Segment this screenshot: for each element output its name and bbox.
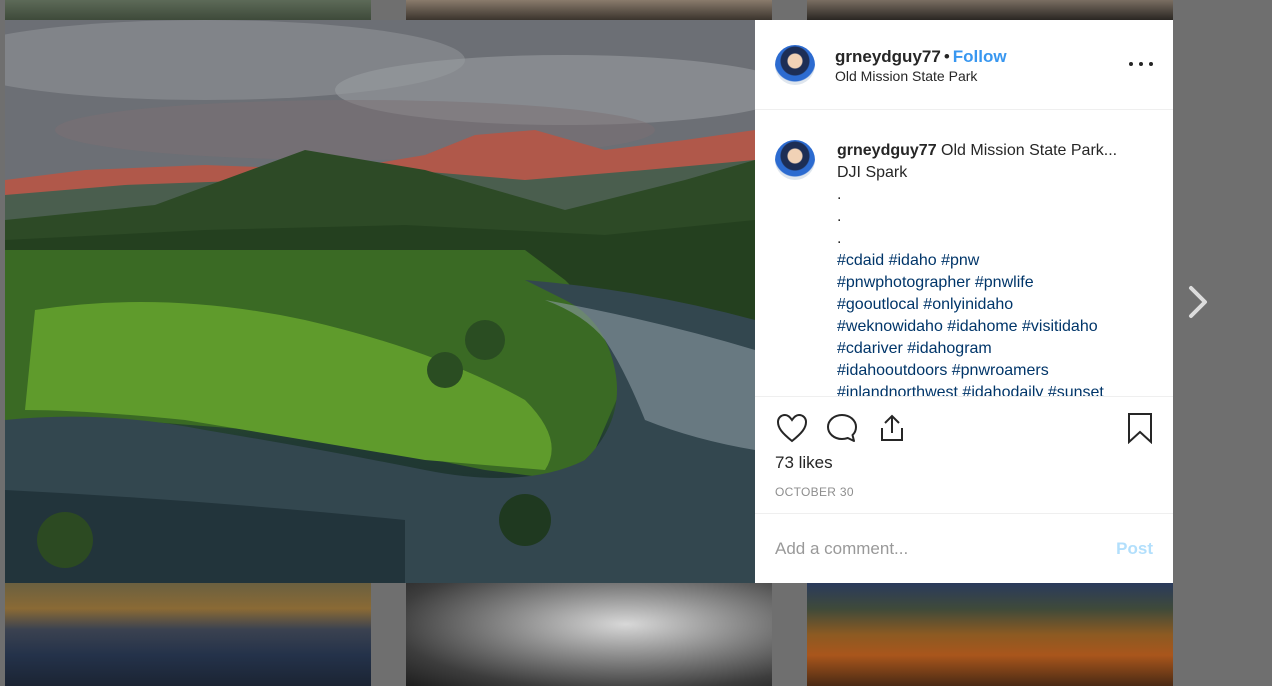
caption-dot: . xyxy=(837,186,842,203)
chevron-right-icon[interactable] xyxy=(1186,285,1210,319)
hashtag-line[interactable]: #weknowidaho #idahome #visitidaho xyxy=(837,316,1137,338)
comment-bar: Post xyxy=(755,513,1173,583)
hashtag-line[interactable]: #inlandnorthwest #idahodaily #sunset xyxy=(837,382,1137,396)
grid-thumbnail[interactable] xyxy=(5,0,371,20)
bookmark-icon[interactable] xyxy=(1123,411,1157,445)
hashtag-line[interactable]: #idahooutdoors #pnwroamers xyxy=(837,360,1137,382)
caption-line: DJI Spark xyxy=(837,164,908,181)
separator-dot: • xyxy=(943,46,950,66)
hashtag-line[interactable]: #pnwphotographer #pnwlife xyxy=(837,272,1137,294)
grid-thumbnail[interactable] xyxy=(406,0,772,20)
user-line: grneydguy77 • Follow xyxy=(835,46,1007,67)
location-link[interactable]: Old Mission State Park xyxy=(835,68,1007,84)
grid-thumbnail[interactable] xyxy=(406,583,772,686)
more-options-icon[interactable] xyxy=(1129,54,1153,74)
share-icon[interactable] xyxy=(875,411,909,445)
avatar[interactable] xyxy=(775,140,815,180)
avatar[interactable] xyxy=(775,44,815,85)
caption-section: grneydguy77 Old Mission State Park... DJ… xyxy=(755,110,1173,396)
caption-dot: . xyxy=(837,208,842,225)
post-comment-button[interactable]: Post xyxy=(1116,539,1153,559)
user-info: grneydguy77 • Follow Old Mission State Par… xyxy=(835,46,1007,84)
hashtag-line[interactable]: #cdaid #idaho #pnw xyxy=(837,250,1137,272)
likes-count[interactable]: 73 likes xyxy=(775,453,1153,473)
post-date[interactable]: OCTOBER 30 xyxy=(775,485,1153,499)
username-link[interactable]: grneydguy77 xyxy=(835,47,941,66)
post-header: grneydguy77 • Follow Old Mission State Par… xyxy=(755,20,1173,110)
grid-thumbnail[interactable] xyxy=(807,583,1173,686)
grid-thumbnail[interactable] xyxy=(807,0,1173,20)
landscape-image xyxy=(5,20,755,583)
caption-text: grneydguy77 Old Mission State Park... DJ… xyxy=(837,140,1137,396)
hashtag-list: #cdaid #idaho #pnw #pnwphotographer #pnw… xyxy=(837,250,1137,396)
hashtag-line[interactable]: #cdariver #idahogram xyxy=(837,338,1137,360)
grid-thumbnail[interactable] xyxy=(5,583,371,686)
post-modal: grneydguy77 • Follow Old Mission State Par… xyxy=(5,20,1173,583)
follow-button[interactable]: Follow xyxy=(953,47,1007,66)
caption-dot: . xyxy=(837,230,842,247)
action-icons xyxy=(775,411,1153,445)
comment-icon[interactable] xyxy=(825,411,859,445)
post-side-panel: grneydguy77 • Follow Old Mission State Par… xyxy=(755,20,1173,583)
post-photo[interactable] xyxy=(5,20,755,583)
actions-section: 73 likes OCTOBER 30 xyxy=(755,396,1173,513)
heart-icon[interactable] xyxy=(775,411,809,445)
caption-username[interactable]: grneydguy77 xyxy=(837,142,937,159)
caption-title: Old Mission State Park... xyxy=(941,142,1118,159)
hashtag-line[interactable]: #gooutlocal #onlyinidaho xyxy=(837,294,1137,316)
comment-input[interactable] xyxy=(775,538,1075,559)
